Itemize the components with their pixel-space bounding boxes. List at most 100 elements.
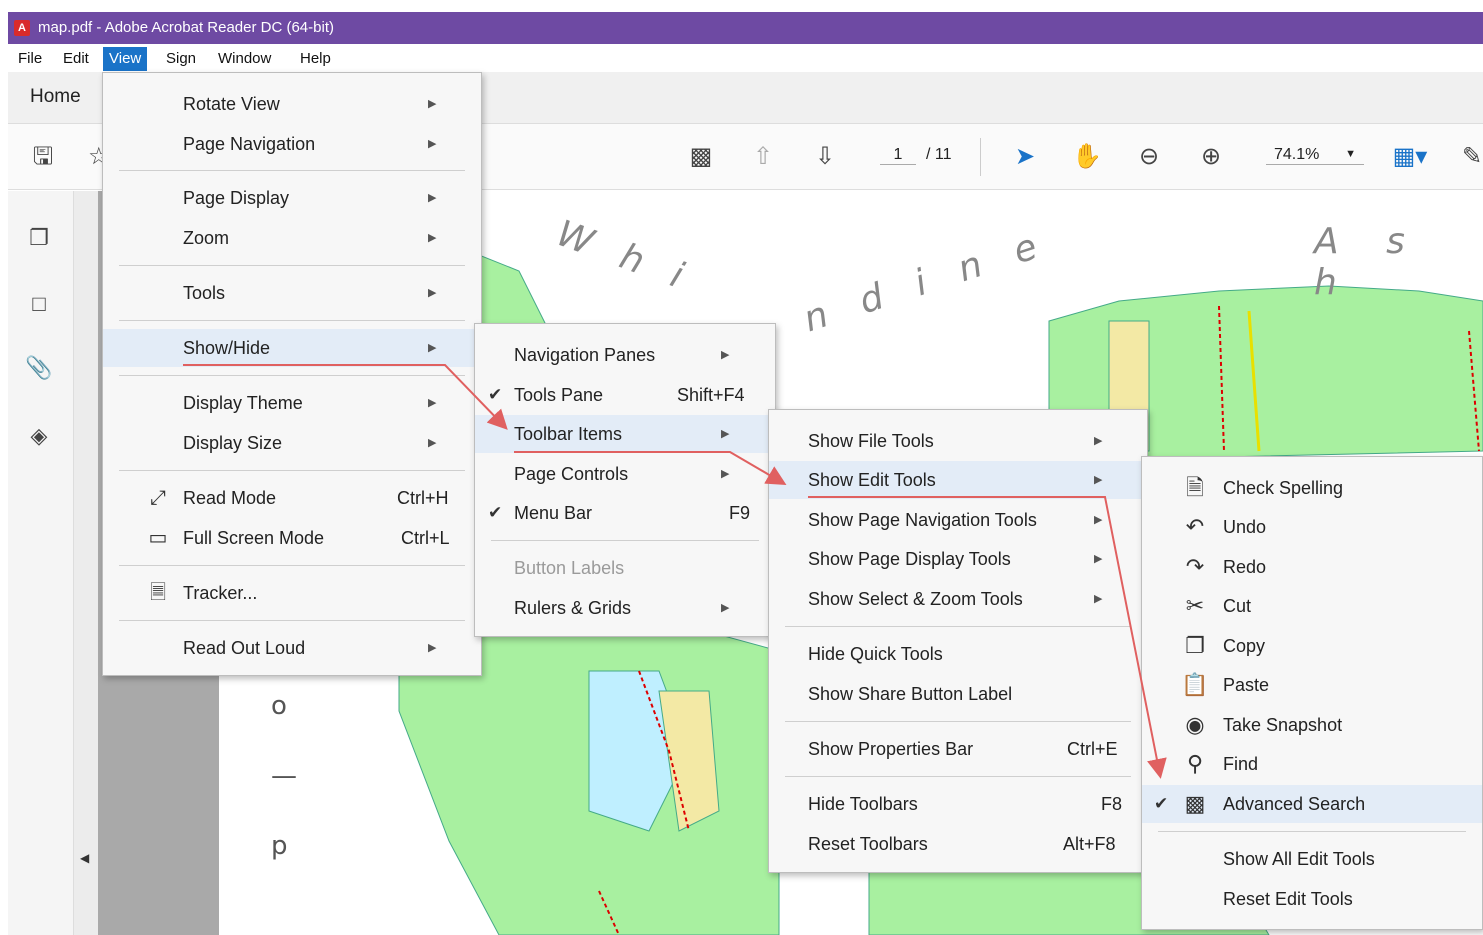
menu-file[interactable]: File (12, 47, 48, 71)
menu-item-show-share-button-label[interactable]: Show Share Button Label (769, 675, 1147, 713)
page-number-input[interactable]: 1 (880, 146, 916, 165)
menu-item-tools[interactable]: Tools ▶ (103, 274, 481, 312)
menu-item-full-screen-mode[interactable]: ▭ Full Screen Mode Ctrl+L (103, 519, 481, 557)
menu-item-show-all-edit-tools[interactable]: Show All Edit Tools (1142, 840, 1482, 878)
hand-tool-icon[interactable]: ✋ (1072, 144, 1102, 170)
menu-item-cut[interactable]: ✂ Cut (1142, 587, 1482, 625)
menu-item-advanced-search[interactable]: ✔ ▩ Advanced Search (1142, 785, 1482, 823)
zoom-value: 74.1% (1274, 146, 1320, 163)
menu-item-reset-edit-tools[interactable]: Reset Edit Tools (1142, 880, 1482, 918)
bookmark-icon[interactable]: □ (24, 291, 54, 321)
menu-item-rulers-grids[interactable]: Rulers & Grids ▶ (475, 589, 775, 627)
menu-sign[interactable]: Sign (160, 47, 202, 71)
menu-item-menu-bar[interactable]: ✔ Menu Bar F9 (475, 494, 775, 532)
menu-item-page-navigation[interactable]: Page Navigation ▶ (103, 125, 481, 163)
save-icon[interactable]: 🖫 (28, 144, 58, 170)
menu-item-tracker[interactable]: 🗏 Tracker... (103, 574, 481, 612)
undo-icon: ↶ (1185, 514, 1205, 539)
menu-item-show-properties-bar[interactable]: Show Properties Bar Ctrl+E (769, 730, 1147, 768)
menu-item-shortcut: Ctrl+H (397, 488, 449, 508)
menu-item-show-file-tools[interactable]: Show File Tools ▶ (769, 422, 1147, 460)
menu-item-label: Cut (1223, 596, 1252, 616)
navigation-pane-collapse-handle[interactable]: ◀ (74, 191, 98, 935)
zoom-out-icon[interactable]: ⊖ (1134, 144, 1164, 170)
menu-item-tools-pane[interactable]: ✔ Tools Pane Shift+F4 (475, 376, 775, 414)
menu-item-show-page-display-tools[interactable]: Show Page Display Tools ▶ (769, 540, 1147, 578)
menu-item-rotate-view[interactable]: Rotate View ▶ (103, 85, 481, 123)
magnifier-icon: ⚲ (1186, 751, 1204, 776)
menu-item-label: Display Theme (183, 393, 303, 413)
menu-item-read-out-loud[interactable]: Read Out Loud ▶ (103, 629, 481, 667)
menu-view[interactable]: View (103, 47, 148, 71)
menu-item-read-mode[interactable]: ⤢ Read Mode Ctrl+H (103, 479, 481, 517)
menu-item-shortcut: Alt+F8 (1063, 834, 1116, 854)
pages-thumbnails-icon[interactable]: ❐ (24, 225, 54, 255)
menu-item-undo[interactable]: ↶ Undo (1142, 508, 1482, 546)
previous-page-icon[interactable]: ⇧ (748, 144, 778, 170)
menu-item-zoom[interactable]: Zoom ▶ (103, 219, 481, 257)
menu-item-redo[interactable]: ↷ Redo (1142, 548, 1482, 586)
attachment-icon[interactable]: 📎 (24, 355, 54, 385)
menu-separator (785, 776, 1131, 777)
menu-item-paste[interactable]: 📋 Paste (1142, 666, 1482, 704)
menu-item-label: Find (1223, 754, 1259, 774)
edit-tools-submenu: 🗎 Check Spelling ↶ Undo ↷ Redo ✂ Cut ❐ C… (1141, 456, 1483, 930)
checkmark-icon: ✔ (1154, 794, 1169, 813)
checkmark-icon: ✔ (488, 385, 503, 404)
menu-item-label: Toolbar Items (514, 424, 623, 444)
menu-item-label: Read Out Loud (183, 638, 306, 658)
comment-icon[interactable]: ✎ (1460, 144, 1483, 170)
tracker-icon: 🗏 (149, 582, 167, 604)
menu-item-display-size[interactable]: Display Size ▶ (103, 424, 481, 462)
menu-item-label: Show File Tools (808, 431, 934, 451)
menu-separator (119, 320, 465, 321)
menu-item-find[interactable]: ✔ ⚲ Find (1142, 745, 1482, 783)
menu-separator (1158, 831, 1466, 832)
menu-edit[interactable]: Edit (57, 47, 95, 71)
menu-item-hide-quick-tools[interactable]: Hide Quick Tools (769, 635, 1147, 673)
menu-item-copy[interactable]: ❐ Copy (1142, 627, 1482, 665)
zoom-in-icon[interactable]: ⊕ (1196, 144, 1226, 170)
menu-item-label: Show Edit Tools (808, 470, 936, 490)
menu-item-show-edit-tools[interactable]: Show Edit Tools ▶ (769, 461, 1147, 499)
fit-page-icon[interactable]: ▦▾ (1390, 144, 1430, 170)
menu-item-label: Tracker... (183, 583, 258, 603)
menu-item-toolbar-items[interactable]: Toolbar Items ▶ (475, 415, 775, 453)
menu-separator (119, 375, 465, 376)
binoculars-icon[interactable]: ▩ (686, 144, 716, 170)
menu-item-check-spelling[interactable]: 🗎 Check Spelling (1142, 469, 1482, 507)
map-vertical-letter-p: p (271, 831, 288, 861)
submenu-arrow-icon: ▶ (1094, 514, 1103, 526)
menu-item-label: Redo (1223, 557, 1267, 577)
zoom-select[interactable]: 74.1% ▼ (1266, 146, 1364, 165)
menu-item-label: Paste (1223, 675, 1270, 695)
map-label-ashwell: A s h (1314, 221, 1423, 303)
menu-item-page-display[interactable]: Page Display ▶ (103, 179, 481, 217)
menu-help[interactable]: Help (294, 47, 337, 71)
menu-item-display-theme[interactable]: Display Theme ▶ (103, 384, 481, 422)
tab-home[interactable]: Home (30, 86, 81, 108)
submenu-arrow-icon: ▶ (428, 287, 437, 299)
menu-item-take-snapshot[interactable]: ◉ Take Snapshot (1142, 706, 1482, 744)
map-vertical-letter-o: o (271, 691, 287, 721)
menu-item-show-hide[interactable]: Show/Hide ▶ (103, 329, 481, 367)
menu-item-label: Show/Hide (183, 338, 271, 358)
menu-item-page-controls[interactable]: Page Controls ▶ (475, 455, 775, 493)
menu-window[interactable]: Window (212, 47, 277, 71)
menu-item-show-page-navigation-tools[interactable]: Show Page Navigation Tools ▶ (769, 501, 1147, 539)
menu-item-label: Check Spelling (1223, 478, 1344, 498)
menu-item-label: Page Display (183, 188, 290, 208)
menu-item-hide-toolbars[interactable]: Hide Toolbars F8 (769, 785, 1147, 823)
next-page-icon[interactable]: ⇩ (810, 144, 840, 170)
menu-item-reset-toolbars[interactable]: Reset Toolbars Alt+F8 (769, 825, 1147, 863)
menu-item-label: Take Snapshot (1223, 715, 1343, 735)
menu-item-navigation-panes[interactable]: Navigation Panes ▶ (475, 336, 775, 374)
menu-item-label: Copy (1223, 636, 1266, 656)
submenu-arrow-icon: ▶ (428, 98, 437, 110)
menu-item-label: Navigation Panes (514, 345, 656, 365)
menu-item-show-select-zoom-tools[interactable]: Show Select & Zoom Tools ▶ (769, 580, 1147, 618)
menu-item-shortcut: F8 (1101, 794, 1123, 814)
layers-icon[interactable]: ◈ (24, 423, 54, 453)
select-arrow-icon[interactable]: ➤ (1010, 144, 1040, 170)
submenu-arrow-icon: ▶ (1094, 593, 1103, 605)
